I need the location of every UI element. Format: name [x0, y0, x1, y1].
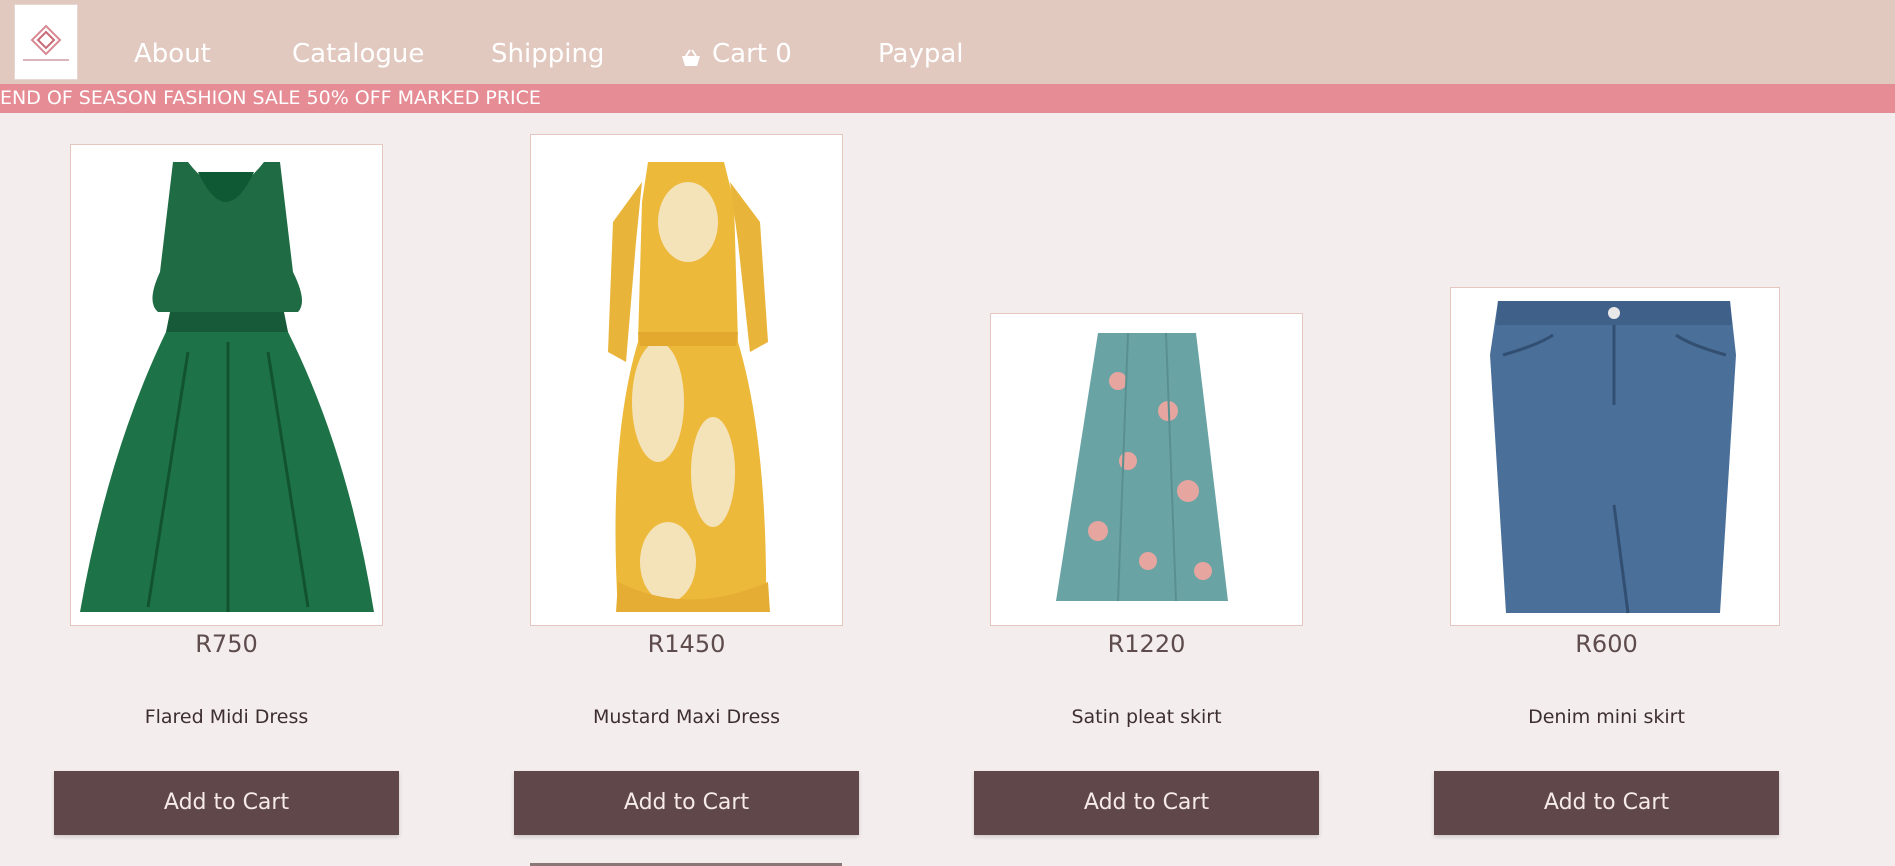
product-image-frame[interactable] — [1450, 287, 1780, 626]
product-image — [1458, 295, 1772, 618]
product-card: R750 Flared Midi Dress Add to Cart — [54, 0, 399, 835]
product-image — [78, 152, 375, 618]
product-image-frame[interactable] — [990, 313, 1303, 626]
product-image-frame[interactable] — [70, 144, 383, 626]
add-to-cart-button[interactable]: Add to Cart — [1434, 771, 1779, 835]
product-card: R1450 Mustard Maxi Dress Add to Cart — [514, 0, 859, 835]
green-dress-image — [80, 162, 374, 612]
product-name: Flared Midi Dress — [144, 706, 309, 728]
add-to-cart-button[interactable]: Add to Cart — [514, 771, 859, 835]
product-card: R600 Denim mini skirt Add to Cart — [1434, 0, 1780, 835]
product-price: R750 — [195, 630, 258, 658]
add-to-cart-button[interactable]: Add to Cart — [54, 771, 399, 835]
product-price: R600 — [1575, 630, 1638, 658]
product-price: R1450 — [647, 630, 726, 658]
nav-paypal-link[interactable]: Paypal — [878, 36, 964, 72]
mustard-dress-image — [608, 162, 770, 612]
product-card: R1220 Satin pleat skirt Add to Cart — [974, 0, 1319, 835]
product-name: Satin pleat skirt — [1071, 706, 1222, 728]
product-image — [998, 321, 1295, 618]
denim-skirt-image — [1490, 301, 1736, 614]
product-price: R1220 — [1107, 630, 1186, 658]
product-name: Mustard Maxi Dress — [592, 706, 781, 728]
product-image-frame[interactable] — [530, 134, 843, 626]
floral-skirt-image — [1056, 332, 1228, 602]
product-name: Denim mini skirt — [1528, 706, 1685, 728]
product-image — [538, 142, 835, 618]
add-to-cart-button[interactable]: Add to Cart — [974, 771, 1319, 835]
